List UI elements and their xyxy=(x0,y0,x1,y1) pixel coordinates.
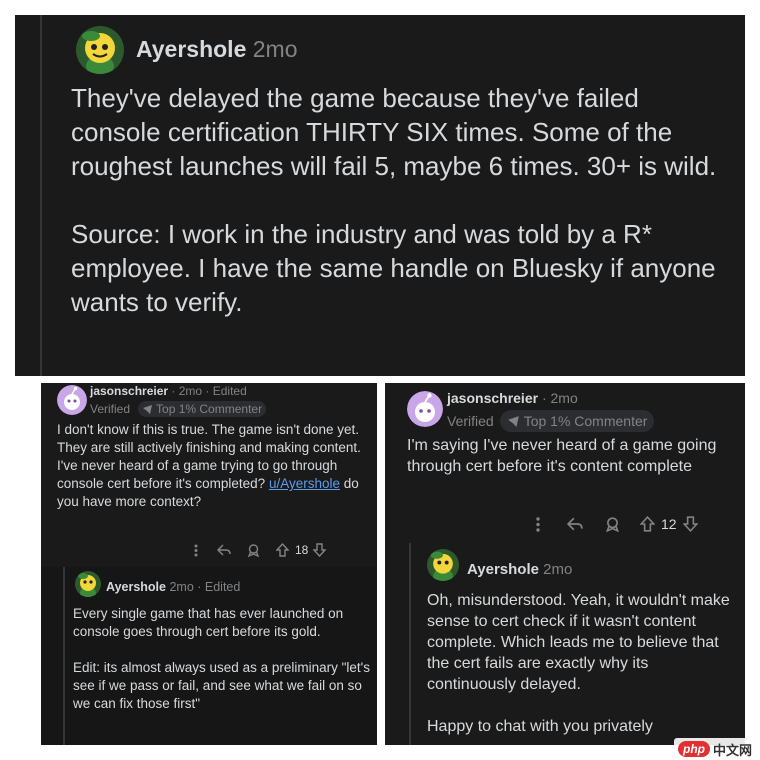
avatar-ayershole-icon[interactable] xyxy=(75,571,101,597)
left-thread-panel: jasonschreier · 2mo · Edited Verified To… xyxy=(41,383,377,745)
paragraph: Happy to chat with you privately xyxy=(427,718,653,735)
top-commenter-badge: Top 1% Commenter xyxy=(499,410,655,432)
reply-icon[interactable] xyxy=(567,517,583,531)
verified-label: Verified xyxy=(90,402,131,416)
upvote-icon[interactable] xyxy=(640,516,655,532)
username[interactable]: Ayershole xyxy=(106,580,166,594)
comment-header: Ayershole 2mo xyxy=(467,561,572,578)
comment-header: Ayershole 2mo xyxy=(136,36,298,63)
comment-body: They've delayed the game because they've… xyxy=(71,81,721,319)
vote-count: 18 xyxy=(295,543,309,557)
watermark-logo: php xyxy=(677,741,710,757)
user-mention-link[interactable]: u/Ayershole xyxy=(269,476,340,491)
paragraph: Source: I work in the industry and was t… xyxy=(71,219,716,317)
paragraph: Oh, misunderstood. Yeah, it wouldn't mak… xyxy=(427,592,730,693)
paragraph: They've delayed the game because they've… xyxy=(71,83,717,181)
comment-header: Ayershole 2mo · Edited xyxy=(106,580,240,594)
timestamp: · 2mo · Edited xyxy=(171,384,247,398)
flair-row: Verified Top 1% Commenter xyxy=(447,410,655,432)
flair-row: Verified Top 1% Commenter xyxy=(90,401,267,417)
badge-label: Top 1% Commenter xyxy=(156,402,263,416)
paragraph: I'm saying I've never heard of a game go… xyxy=(407,437,717,475)
top-commenter-badge: Top 1% Commenter xyxy=(138,401,267,417)
badge-icon xyxy=(507,415,520,428)
watermark-text: 中文网 xyxy=(712,742,752,758)
upvote-icon[interactable] xyxy=(276,543,289,557)
avatar-ayershole-icon[interactable] xyxy=(76,26,124,74)
comment-actions: 12 xyxy=(531,515,698,533)
more-icon[interactable] xyxy=(531,516,545,532)
watermark: php 中文网 xyxy=(673,738,756,760)
award-icon[interactable] xyxy=(247,543,260,557)
badge-icon xyxy=(142,404,153,415)
avatar-ayershole-icon[interactable] xyxy=(427,549,459,581)
award-icon[interactable] xyxy=(605,516,620,532)
comment-header: jasonschreier · 2mo xyxy=(447,390,578,406)
timestamp: 2mo xyxy=(543,561,573,578)
paragraph: Every single game that has ever launched… xyxy=(73,606,344,639)
reply-icon[interactable] xyxy=(217,544,231,556)
username[interactable]: Ayershole xyxy=(136,36,246,62)
more-icon[interactable] xyxy=(189,544,203,557)
comment-body: Oh, misunderstood. Yeah, it wouldn't mak… xyxy=(427,590,732,737)
verified-label: Verified xyxy=(447,413,494,429)
comment-body: I'm saying I've never heard of a game go… xyxy=(407,435,727,477)
top-comment-panel: Ayershole 2mo They've delayed the game b… xyxy=(15,15,745,376)
username[interactable]: Ayershole xyxy=(467,561,539,578)
nested-reply-region: Ayershole 2mo · Edited Every single game… xyxy=(41,567,377,745)
badge-label: Top 1% Commenter xyxy=(523,413,648,429)
downvote-icon[interactable] xyxy=(313,543,327,557)
thread-line xyxy=(409,543,411,745)
downvote-icon[interactable] xyxy=(682,516,698,532)
comment-header: jasonschreier · 2mo · Edited xyxy=(90,384,247,398)
username[interactable]: jasonschreier xyxy=(90,384,168,398)
username[interactable]: jasonschreier xyxy=(447,390,538,406)
timestamp: 2mo xyxy=(252,36,298,62)
comment-body: I don't know if this is true. The game i… xyxy=(57,421,362,511)
comment-actions: 18 xyxy=(189,542,327,558)
right-thread-panel: jasonschreier · 2mo Verified Top 1% Comm… xyxy=(385,383,745,745)
thread-line xyxy=(63,567,65,745)
avatar-jasonschreier-icon[interactable] xyxy=(407,391,443,427)
avatar-jasonschreier-icon[interactable] xyxy=(57,385,87,415)
timestamp: 2mo · Edited xyxy=(169,580,241,594)
vote-count: 12 xyxy=(661,516,677,532)
paragraph: Edit: its almost always used as a prelim… xyxy=(73,660,370,711)
thread-line xyxy=(40,15,42,376)
timestamp: · 2mo xyxy=(541,390,578,406)
comment-body: Every single game that has ever launched… xyxy=(73,605,371,713)
